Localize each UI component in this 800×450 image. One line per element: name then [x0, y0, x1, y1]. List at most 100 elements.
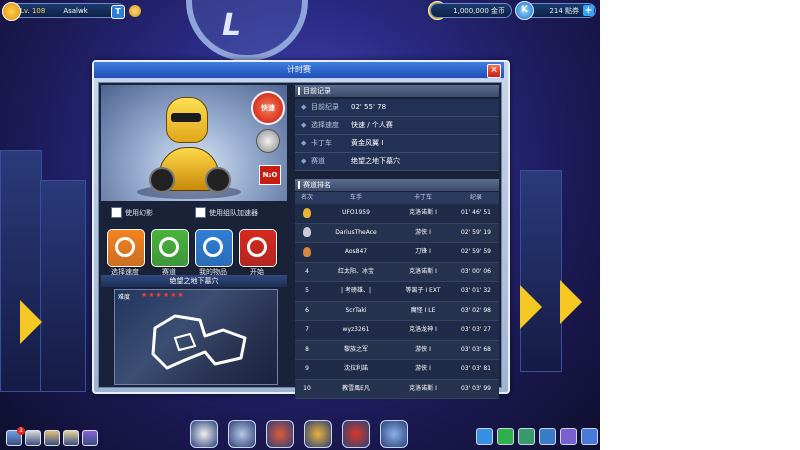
track-layout	[151, 314, 247, 370]
kart-wheel	[149, 167, 175, 193]
record-cell: 03' 03' 68	[460, 345, 492, 353]
settings-icon[interactable]	[581, 428, 598, 445]
bottom-left-toolbar: 1	[6, 427, 98, 446]
speedometer-icon[interactable]	[228, 420, 256, 448]
record-key: 选择速度	[311, 121, 339, 129]
garage-icon[interactable]	[266, 420, 294, 448]
kart-cell: 克洛诺斯 Ⅰ	[409, 384, 437, 392]
rank-cell: 7	[305, 326, 309, 333]
racer-cell: | 考磅雄、|	[341, 287, 371, 294]
chevron-right-icon	[20, 300, 42, 344]
alarm-icon[interactable]	[476, 428, 493, 445]
profile-icon[interactable]: 1	[6, 427, 25, 446]
medal-icon	[303, 227, 311, 237]
toolbox-icon[interactable]	[342, 420, 370, 448]
team-boost-label: 使用组队加速器	[209, 208, 258, 217]
screen-icon[interactable]	[539, 428, 556, 445]
table-row[interactable]: DariusTheAce 游侠 Ⅰ 02' 59' 19	[295, 223, 499, 243]
close-button[interactable]: ×	[487, 64, 501, 78]
table-row[interactable]: 4 红太阳、冰宝 克洛诺斯 Ⅰ 03' 00' 06	[295, 262, 499, 282]
coin-shop-icon[interactable]	[129, 5, 141, 17]
team-boost-option[interactable]: 使用组队加速器	[195, 207, 258, 218]
chevron-right-icon	[520, 285, 542, 329]
player-level: Lv. 108	[20, 6, 46, 15]
table-row[interactable]: 6 ScrTaki 魔怪 Ⅰ LE 03' 02' 98	[295, 301, 499, 321]
rank-cell: 4	[305, 267, 309, 275]
record-value: 快速 / 个人赛	[351, 121, 393, 129]
robot-icon[interactable]	[380, 420, 408, 448]
gear-icon[interactable]	[256, 129, 280, 153]
racer-cell: ScrTaki	[345, 306, 367, 314]
rank-medal-cell	[295, 204, 319, 223]
add-points-button[interactable]: +	[583, 5, 594, 16]
dialog-title: 计时赛	[287, 65, 311, 74]
difficulty-stars: ★★★★★★	[141, 291, 185, 299]
bullet-icon: ◆	[301, 121, 307, 129]
record-cell: 01' 46' 51	[460, 209, 492, 216]
dialog-body: 快速 N₂O 使用幻影 使用组队加速器 选择速度 赛道 我的物品 开始 绝望之地下墓穴…	[98, 82, 502, 399]
exclamation-icon[interactable]	[497, 428, 514, 445]
player-info-bar[interactable]: Lv. 108 Asalwk	[2, 2, 125, 21]
table-row[interactable]: Aos847 刀锋 Ⅰ 02' 59' 59	[295, 243, 499, 263]
action-button-1[interactable]	[151, 229, 189, 267]
race-flag-icon[interactable]	[190, 420, 218, 448]
rank-column-header: 名次	[300, 194, 313, 201]
record-value: 绝望之地下墓穴	[351, 157, 400, 165]
bottom-right-toolbar	[476, 428, 598, 445]
character-mask	[171, 113, 201, 122]
record-cell: 03' 00' 06	[460, 267, 492, 275]
action-button-0[interactable]	[107, 229, 145, 267]
racer-cell: wyz3261	[342, 326, 370, 333]
medal-icon	[303, 207, 311, 218]
ranking-table: 名次 车手 卡丁车 纪录 UFO1959 克洛诺斯 Ⅰ 01' 46' 51 Dari…	[295, 192, 499, 399]
table-row[interactable]: UFO1959 克洛诺斯 Ⅰ 01' 46' 51	[295, 204, 499, 224]
avatar[interactable]	[2, 2, 21, 21]
record-row: ◆ 目前纪录 02' 55' 78	[295, 99, 499, 117]
table-row[interactable]: 8 黎族之军 游侠 Ⅰ 03' 03' 68	[295, 340, 499, 360]
table-row[interactable]: 10 教雪風E凡 克洛诺斯 Ⅰ 03' 03' 99	[295, 379, 499, 399]
city-building	[0, 150, 42, 392]
t-button[interactable]: T	[111, 5, 125, 19]
record-cell: 03' 01' 32	[460, 287, 492, 294]
action-button-3[interactable]	[239, 229, 277, 267]
record-key: 目前纪录	[311, 103, 339, 111]
rank-cell: 9	[305, 365, 309, 372]
table-row[interactable]: 9 沈拉利諾 游侠 Ⅰ 03' 03' 81	[295, 360, 499, 380]
table-row[interactable]: 7 wyz3261 克洛龙神 Ⅰ 03' 03' 27	[295, 321, 499, 341]
racer-cell: 黎族之军	[343, 345, 368, 353]
shop-bag-icon[interactable]	[44, 430, 60, 446]
friends-icon[interactable]	[518, 428, 535, 445]
kart-cell: 魔怪 Ⅰ LE	[410, 306, 436, 314]
team-boost-checkbox[interactable]	[195, 207, 206, 218]
game-logo-icon: L	[222, 8, 242, 43]
nitro-badge[interactable]: N₂O	[259, 165, 281, 185]
kart-wheel	[205, 167, 231, 193]
search-icon[interactable]	[560, 428, 577, 445]
bullet-icon: ◆	[301, 139, 307, 147]
rank-cell: 5	[305, 287, 309, 294]
speed-dial-icon	[115, 237, 135, 257]
racer-cell: 教雪風E凡	[342, 384, 370, 392]
k-point-icon: K	[515, 1, 534, 20]
action-button-2[interactable]	[195, 229, 233, 267]
dialog-title-bar: 计时赛 ×	[94, 62, 504, 79]
record-cell: 03' 03' 27	[460, 326, 492, 333]
game-logo-ring	[186, 0, 308, 61]
empty-area	[600, 0, 800, 450]
speed-mode-badge[interactable]: 快速	[251, 91, 285, 125]
table-row[interactable]: 5 | 考磅雄、| 等离子 Ⅰ EXT 03' 01' 32	[295, 282, 499, 302]
record-cell: 02' 59' 19	[460, 228, 492, 236]
track-icon	[159, 237, 179, 257]
home-icon[interactable]	[25, 430, 41, 446]
kart-cell: 克洛诺斯 Ⅰ	[409, 209, 437, 216]
rank-medal-cell	[295, 243, 319, 262]
city-building	[520, 170, 562, 372]
racer-column-header: 车手	[349, 194, 362, 201]
notes-icon[interactable]	[63, 430, 79, 446]
help-icon[interactable]	[82, 430, 98, 446]
ghost-checkbox[interactable]	[111, 207, 122, 218]
rank-medal-cell	[295, 224, 319, 243]
track-name-banner: 绝望之地下墓穴	[101, 275, 287, 287]
store-icon[interactable]	[304, 420, 332, 448]
ghost-option[interactable]: 使用幻影	[111, 207, 153, 218]
